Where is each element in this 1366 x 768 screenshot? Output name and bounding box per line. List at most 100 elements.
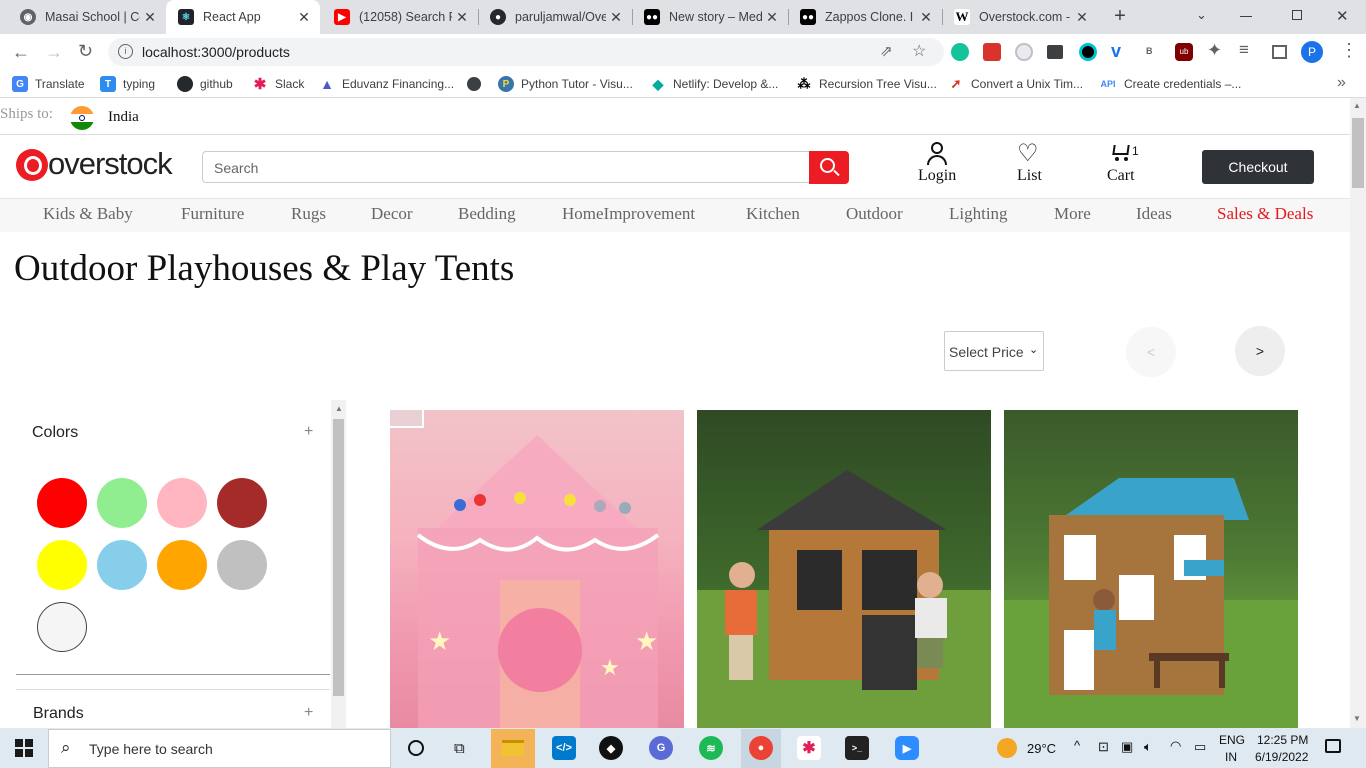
- grammarly-icon[interactable]: [951, 43, 969, 61]
- color-swatch-silver[interactable]: [217, 540, 267, 590]
- extension-b-icon[interactable]: B: [1146, 46, 1153, 56]
- nav-kitchen[interactable]: Kitchen: [746, 204, 800, 224]
- login-link[interactable]: Login: [918, 167, 956, 185]
- nav-rugs[interactable]: Rugs: [291, 204, 326, 224]
- tab-react-app[interactable]: ⚛ React App ✕: [166, 0, 320, 34]
- nav-bedding[interactable]: Bedding: [458, 204, 516, 224]
- reload-icon[interactable]: ↻: [78, 41, 93, 62]
- colors-filter-heading[interactable]: Colors: [32, 424, 78, 442]
- close-icon[interactable]: ✕: [140, 9, 160, 26]
- clock-time[interactable]: 12:25 PM: [1257, 733, 1308, 747]
- extension-teal-icon[interactable]: [1079, 43, 1097, 61]
- bookmark-python-tutor[interactable]: P Python Tutor - Visu...: [498, 75, 633, 93]
- tray-chevron-up-icon[interactable]: ^: [1074, 738, 1080, 753]
- github-desktop-icon[interactable]: ◆: [599, 736, 623, 760]
- nav-ideas[interactable]: Ideas: [1136, 204, 1172, 224]
- file-explorer-icon[interactable]: [491, 729, 535, 768]
- notification-center-icon[interactable]: [1325, 739, 1341, 753]
- bookmark-globe[interactable]: [467, 75, 488, 93]
- product-card-cottage-playhouse[interactable]: [1004, 410, 1298, 730]
- list-link[interactable]: List: [1017, 167, 1042, 185]
- vscode-icon[interactable]: </>: [552, 736, 576, 760]
- taskbar-search-box[interactable]: ⌕ Type here to search: [48, 729, 391, 768]
- volume-icon[interactable]: 🔈︎: [1144, 739, 1152, 755]
- nav-furniture[interactable]: Furniture: [181, 204, 244, 224]
- tray-device-icon[interactable]: ⊡: [1098, 739, 1109, 755]
- bookmark-recursion-tree[interactable]: ⁂ Recursion Tree Visu...: [796, 75, 937, 93]
- user-icon[interactable]: [927, 142, 947, 166]
- page-scroll-thumb[interactable]: [1352, 118, 1364, 188]
- extension-face-icon[interactable]: [1015, 43, 1033, 61]
- close-icon[interactable]: ✕: [916, 9, 936, 26]
- vimeo-icon[interactable]: v: [1111, 41, 1121, 62]
- nav-home-improvement[interactable]: HomeImprovement: [562, 204, 695, 224]
- logo-text[interactable]: overstock: [48, 146, 173, 182]
- checkout-button[interactable]: Checkout: [1202, 150, 1314, 184]
- search-button[interactable]: [809, 151, 849, 184]
- side-panel-icon[interactable]: [1272, 45, 1287, 59]
- color-swatch-lightgreen[interactable]: [97, 478, 147, 528]
- extension-red-icon[interactable]: [983, 43, 1001, 61]
- wifi-icon[interactable]: ◠: [1170, 738, 1181, 754]
- new-tab-button[interactable]: +: [1108, 4, 1132, 28]
- bookmark-typing[interactable]: Ttyping: [100, 75, 155, 93]
- close-icon[interactable]: ✕: [452, 9, 472, 26]
- language-region[interactable]: IN: [1225, 750, 1237, 764]
- scroll-up-arrow-icon[interactable]: ▲: [335, 404, 343, 413]
- tab-medium-zappos[interactable]: ●● Zappos Clone. I a ✕: [788, 0, 942, 34]
- search-input[interactable]: Search: [202, 151, 810, 183]
- cortana-icon[interactable]: [408, 740, 424, 756]
- next-page-button[interactable]: >: [1235, 326, 1285, 376]
- scroll-up-arrow-icon[interactable]: ▲: [1353, 101, 1361, 110]
- brands-expand-button[interactable]: +: [304, 704, 313, 722]
- windows-start-icon[interactable]: [15, 739, 33, 757]
- slack-icon[interactable]: ✱: [797, 736, 821, 760]
- bookmark-netlify[interactable]: ◆ Netlify: Develop &...: [650, 75, 779, 93]
- nav-lighting[interactable]: Lighting: [949, 204, 1008, 224]
- media-control-icon[interactable]: ≡: [1239, 40, 1249, 60]
- tab-youtube[interactable]: ▶ (12058) Search Fi ✕: [322, 0, 478, 34]
- nav-outdoor[interactable]: Outdoor: [846, 204, 903, 224]
- address-bar[interactable]: i localhost:3000/products ⇗ ☆: [108, 38, 944, 66]
- close-icon[interactable]: ✕: [294, 9, 314, 26]
- language-indicator[interactable]: ENG: [1219, 733, 1245, 747]
- cart-icon[interactable]: [1110, 142, 1132, 161]
- ublock-icon[interactable]: ub: [1175, 43, 1193, 61]
- price-select[interactable]: Select Price ⌄: [944, 331, 1044, 371]
- spotify-icon[interactable]: ≋: [699, 736, 723, 760]
- chrome-icon[interactable]: ●: [749, 736, 773, 760]
- scroll-down-arrow-icon[interactable]: ▼: [1353, 714, 1361, 723]
- zoom-icon[interactable]: ▶: [895, 736, 919, 760]
- bookmark-eduvanz[interactable]: ▲ Eduvanz Financing...: [319, 75, 454, 93]
- clock-date[interactable]: 6/19/2022: [1255, 750, 1308, 764]
- bookmark-star-icon[interactable]: ☆: [912, 41, 926, 61]
- color-swatch-yellow[interactable]: [37, 540, 87, 590]
- bookmark-unix-time[interactable]: ➚ Convert a Unix Tim...: [948, 75, 1083, 93]
- nav-sales-deals[interactable]: Sales & Deals: [1217, 204, 1313, 224]
- tab-masai[interactable]: ◉ Masai School | Co ✕: [8, 0, 166, 34]
- profile-avatar[interactable]: P: [1301, 41, 1323, 63]
- tray-monitor-icon[interactable]: ▣: [1121, 739, 1133, 755]
- prev-page-button[interactable]: <: [1126, 327, 1176, 377]
- nav-more[interactable]: More: [1054, 204, 1091, 224]
- color-swatch-brown[interactable]: [217, 478, 267, 528]
- tab-search-icon[interactable]: ⌄: [1196, 7, 1207, 23]
- tab-wikipedia[interactable]: W Overstock.com - ✕: [942, 0, 1098, 34]
- color-swatch-skyblue[interactable]: [97, 540, 147, 590]
- color-swatch-orange[interactable]: [157, 540, 207, 590]
- chrome-profile-icon[interactable]: G: [649, 736, 673, 760]
- weather-temp[interactable]: 29°C: [1027, 741, 1056, 756]
- colors-expand-button[interactable]: +: [304, 423, 313, 441]
- minimize-button[interactable]: [1240, 16, 1252, 17]
- color-swatch-red[interactable]: [37, 478, 87, 528]
- terminal-icon[interactable]: >_: [845, 736, 869, 760]
- color-swatch-white[interactable]: [37, 602, 87, 652]
- extensions-puzzle-icon[interactable]: ✦: [1207, 40, 1222, 61]
- overstock-logo-icon[interactable]: [16, 149, 48, 181]
- bookmarks-more-button[interactable]: »: [1337, 74, 1346, 92]
- tab-github[interactable]: ● paruljamwal/Ove ✕: [478, 0, 632, 34]
- close-icon[interactable]: ✕: [606, 9, 626, 26]
- product-card-wooden-playhouse[interactable]: [697, 410, 991, 730]
- close-icon[interactable]: ✕: [1072, 9, 1092, 26]
- info-icon[interactable]: i: [118, 44, 133, 59]
